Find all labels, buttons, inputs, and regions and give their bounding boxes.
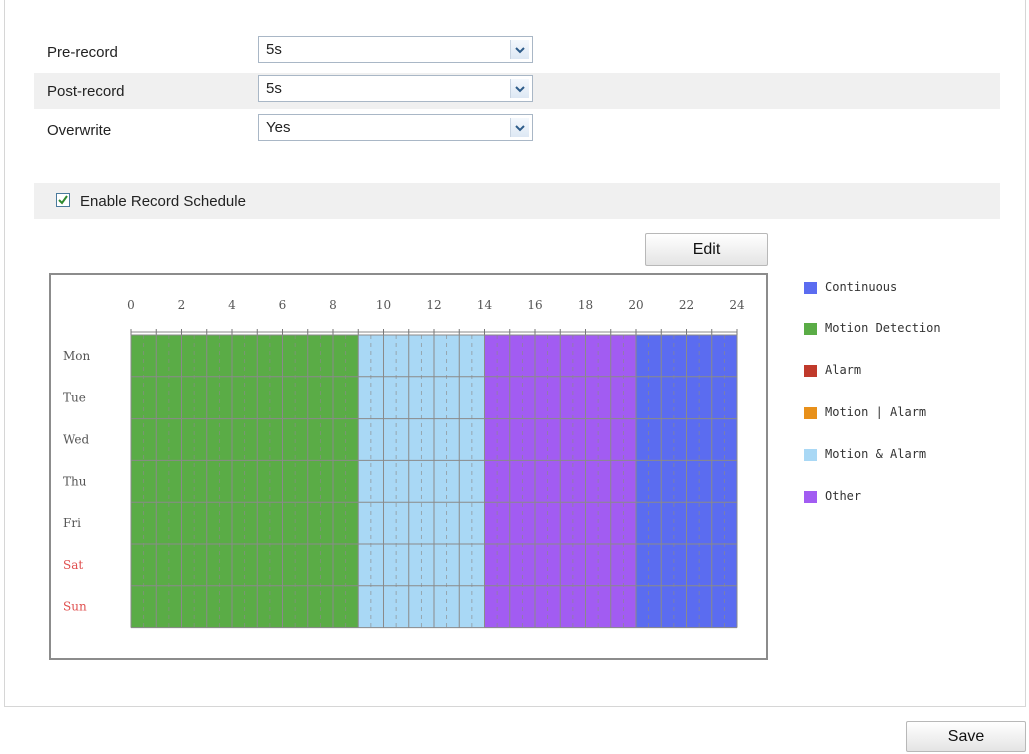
post-record-select[interactable]: 5s (258, 75, 533, 102)
hour-label: 2 (178, 298, 186, 312)
legend-label-continuous: Continuous (825, 280, 898, 294)
enable-schedule-label: Enable Record Schedule (80, 193, 246, 210)
day-label: Mon (63, 349, 91, 363)
hour-label: 24 (729, 298, 745, 312)
hour-label: 10 (376, 298, 391, 312)
legend-swatch-alarm (804, 365, 817, 377)
chevron-down-icon[interactable] (510, 118, 529, 137)
legend-swatch-continuous (804, 282, 817, 294)
legend-swatch-motion-detection (804, 323, 817, 335)
chevron-down-icon[interactable] (510, 40, 529, 59)
hour-label: 6 (279, 298, 287, 312)
day-label: Sun (63, 600, 87, 614)
legend-swatch-motion-and-alarm (804, 449, 817, 461)
post-record-label: Post-record (47, 83, 125, 100)
edit-button-label: Edit (692, 241, 721, 258)
overwrite-select[interactable]: Yes (258, 114, 533, 141)
legend-label-motion-detection: Motion Detection (825, 321, 941, 335)
checkmark-icon (58, 195, 68, 205)
hour-label: 14 (477, 298, 493, 312)
hour-label: 8 (329, 298, 337, 312)
save-button[interactable]: Save (906, 721, 1026, 752)
hour-label: 22 (679, 298, 694, 312)
overwrite-label: Overwrite (47, 122, 112, 139)
legend-label-motion-and-alarm: Motion & Alarm (825, 447, 927, 461)
enable-schedule-checkbox[interactable] (56, 193, 70, 207)
record-schedule-grid[interactable]: 0 2 4 6 8 10 12 14 16 18 20 22 24MonTueWedThuFriSatS… (51, 275, 766, 658)
legend-swatch-motion-or-alarm (804, 407, 817, 419)
schedule-segment-motion-and-alarm[interactable] (358, 544, 485, 586)
day-label: Wed (63, 433, 89, 447)
overwrite-value: Yes (266, 119, 291, 136)
hour-label: 0 (127, 298, 135, 312)
hour-label: 20 (628, 298, 643, 312)
enable-schedule-row: Enable Record Schedule (34, 183, 1000, 219)
edit-button[interactable]: Edit (645, 233, 768, 266)
chevron-down-icon[interactable] (510, 79, 529, 98)
day-label: Fri (63, 516, 81, 530)
legend-swatch-other (804, 491, 817, 503)
pre-record-label: Pre-record (47, 44, 118, 61)
day-label: Thu (63, 474, 87, 488)
legend-label-other: Other (825, 489, 862, 503)
post-record-row: Post-record 5s (34, 73, 1000, 109)
hour-label: 12 (426, 298, 441, 312)
hour-label: 16 (527, 298, 542, 312)
schedule-segment-motion-detection[interactable] (131, 544, 359, 586)
pre-record-value: 5s (266, 41, 282, 58)
pre-record-select[interactable]: 5s (258, 36, 533, 63)
post-record-value: 5s (266, 80, 282, 97)
legend-label-motion-or-alarm: Motion | Alarm (825, 405, 927, 419)
overwrite-row: Overwrite Yes (34, 112, 1000, 148)
pre-record-row: Pre-record 5s (34, 34, 1000, 70)
hour-label: 18 (578, 298, 593, 312)
legend-label-alarm: Alarm (825, 363, 862, 377)
save-button-label: Save (947, 728, 985, 745)
day-label: Tue (63, 391, 86, 405)
hour-label: 4 (228, 298, 236, 312)
day-label: Sat (63, 558, 83, 572)
